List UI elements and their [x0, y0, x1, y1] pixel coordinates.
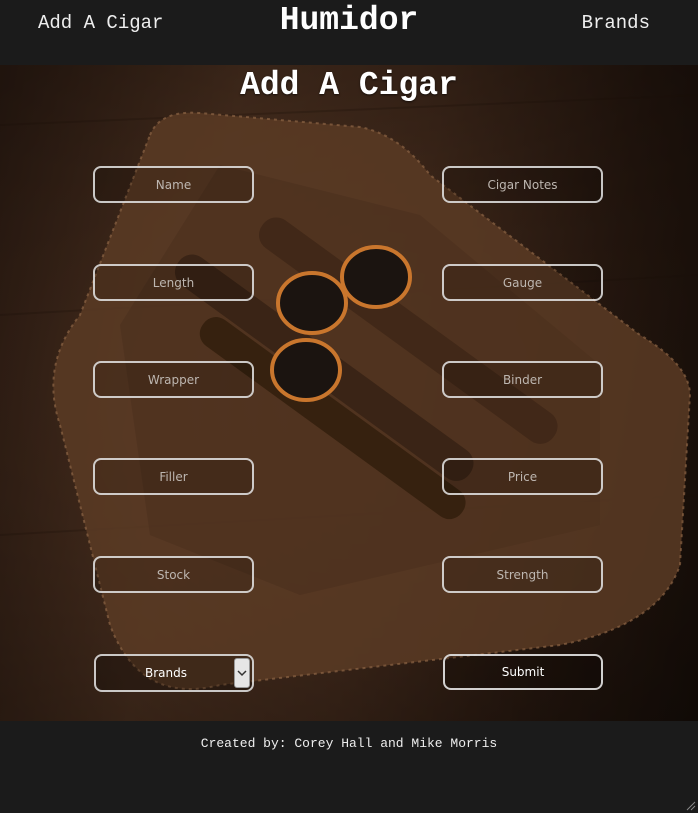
price-input[interactable]	[442, 458, 603, 495]
brands-select-value: Brands	[145, 666, 187, 680]
resize-grip-icon[interactable]	[684, 799, 696, 811]
page-heading: Add A Cigar	[240, 67, 458, 104]
footer-credit: Created by: Corey Hall and Mike Morris	[200, 736, 498, 751]
chevron-down-icon[interactable]	[234, 658, 250, 688]
strength-input[interactable]	[442, 556, 603, 593]
hero-section: Add A Cigar Brands Submit	[0, 65, 698, 721]
cigar-notes-input[interactable]	[442, 166, 603, 203]
top-navbar: Add A Cigar Humidor Brands	[0, 0, 698, 65]
footer: Created by: Corey Hall and Mike Morris	[0, 721, 698, 813]
binder-input[interactable]	[442, 361, 603, 398]
wrapper-input[interactable]	[93, 361, 254, 398]
submit-button[interactable]: Submit	[443, 654, 603, 690]
gauge-input[interactable]	[442, 264, 603, 301]
stock-input[interactable]	[93, 556, 254, 593]
filler-input[interactable]	[93, 458, 254, 495]
name-input[interactable]	[93, 166, 254, 203]
brands-select[interactable]: Brands	[94, 654, 254, 692]
nav-link-brands[interactable]: Brands	[582, 12, 650, 34]
length-input[interactable]	[93, 264, 254, 301]
